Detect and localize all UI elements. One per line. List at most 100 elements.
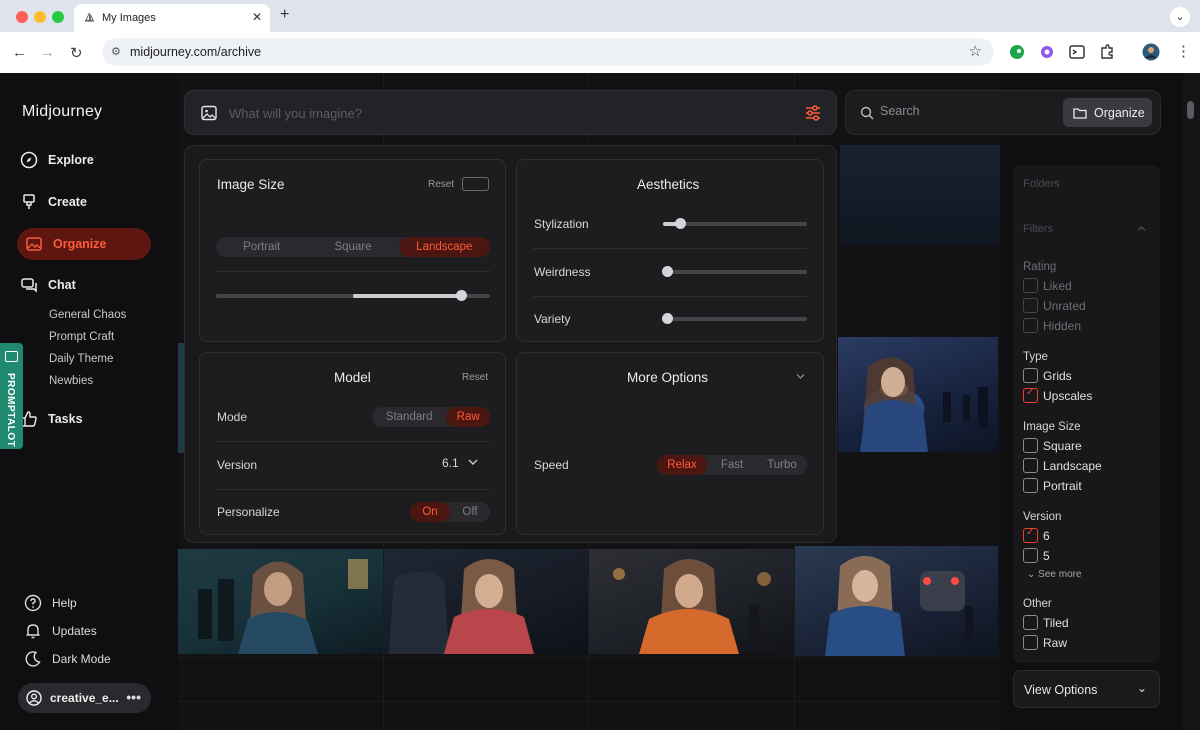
close-tab-icon[interactable]: ✕ (252, 10, 262, 24)
checkbox[interactable] (1023, 548, 1038, 563)
site-settings-icon[interactable]: ⚙ (111, 45, 121, 58)
profile-avatar-icon[interactable] (1142, 43, 1160, 61)
search-input[interactable] (880, 104, 1040, 118)
prompt-input[interactable] (229, 103, 729, 123)
address-bar[interactable]: ⚙ midjourney.com/archive ☆ (102, 38, 994, 66)
chat-room-daily-theme[interactable]: Daily Theme (49, 353, 113, 365)
checkbox-checked[interactable] (1023, 527, 1038, 543)
promptalot-extension-tab[interactable]: PROMPTALOT (0, 343, 23, 449)
more-options-icon[interactable]: ••• (126, 689, 141, 705)
checkbox[interactable] (1023, 438, 1038, 453)
terminal-extension-icon[interactable] (1068, 43, 1086, 61)
sidebar-item-organize[interactable]: Organize (17, 228, 151, 260)
chat-room-prompt-craft[interactable]: Prompt Craft (49, 331, 114, 343)
back-icon[interactable]: ← (12, 44, 27, 61)
personalize-on-option[interactable]: On (410, 502, 450, 522)
sidebar-item-tasks[interactable]: Tasks (20, 405, 83, 433)
gear-extension-icon[interactable] (1038, 43, 1056, 61)
chat-room-newbies[interactable]: Newbies (49, 375, 93, 387)
forward-icon[interactable]: → (40, 44, 55, 61)
chevron-down-icon[interactable] (796, 373, 805, 380)
folders-header[interactable]: Folders (1023, 178, 1060, 190)
filter-grids[interactable]: Grids (1023, 368, 1072, 383)
settings-sliders-icon[interactable] (804, 104, 822, 122)
user-account-button[interactable]: creative_e... ••• (18, 683, 151, 713)
bookmark-star-icon[interactable]: ☆ (969, 42, 982, 60)
close-window-button[interactable] (16, 11, 28, 23)
square-option[interactable]: Square (307, 237, 398, 257)
gallery-image[interactable] (589, 549, 794, 654)
portrait-option[interactable]: Portrait (216, 237, 307, 257)
chevron-down-icon[interactable] (468, 458, 478, 466)
landscape-option[interactable]: Landscape (398, 237, 490, 257)
checkbox[interactable] (1023, 615, 1038, 630)
organize-button[interactable]: Organize (1063, 98, 1152, 127)
chat-room-general-chaos[interactable]: General Chaos (49, 309, 126, 321)
raw-mode-option[interactable]: Raw (446, 407, 490, 427)
puzzle-extensions-icon[interactable] (1098, 43, 1116, 61)
minimize-window-button[interactable] (34, 11, 46, 23)
filter-unrated[interactable]: Unrated (1023, 298, 1086, 313)
variety-slider-knob[interactable] (662, 313, 673, 324)
gallery-image[interactable] (838, 337, 998, 452)
gallery-image[interactable] (178, 549, 383, 654)
see-more-link[interactable]: ⌄ See more (1027, 569, 1082, 580)
checkbox[interactable] (1023, 298, 1038, 313)
filter-hidden[interactable]: Hidden (1023, 318, 1081, 333)
aspect-ratio-slider-knob[interactable] (456, 290, 467, 301)
model-reset-button[interactable]: Reset (462, 372, 488, 383)
gallery-image[interactable] (384, 549, 588, 654)
filter-tiled[interactable]: Tiled (1023, 615, 1069, 630)
maximize-window-button[interactable] (52, 11, 64, 23)
standard-mode-option[interactable]: Standard (372, 407, 446, 427)
sidebar-item-help[interactable]: Help (24, 594, 77, 612)
scrollbar-thumb[interactable] (1187, 101, 1194, 119)
checkbox[interactable] (1023, 635, 1038, 650)
new-tab-button[interactable]: + (280, 6, 289, 24)
filter-liked[interactable]: Liked (1023, 278, 1072, 293)
image-upload-icon[interactable] (201, 105, 217, 121)
fast-speed-option[interactable]: Fast (707, 455, 757, 475)
checkbox[interactable] (1023, 278, 1038, 293)
reload-icon[interactable]: ↻ (70, 44, 83, 62)
checkbox[interactable] (1023, 478, 1038, 493)
checkbox[interactable] (1023, 458, 1038, 473)
filter-portrait[interactable]: Portrait (1023, 478, 1082, 493)
checkbox-checked[interactable] (1023, 387, 1038, 403)
filters-header[interactable]: Filters (1023, 223, 1053, 235)
sidebar-item-explore[interactable]: Explore (20, 146, 94, 174)
variety-slider[interactable] (663, 317, 807, 321)
weirdness-slider-knob[interactable] (662, 266, 673, 277)
filter-version-6[interactable]: 6 (1023, 527, 1050, 543)
sidebar-item-updates[interactable]: Updates (24, 622, 97, 640)
browser-menu-icon[interactable]: ⋮ (1176, 42, 1191, 60)
sidebar-item-dark-mode[interactable]: Dark Mode (24, 650, 111, 668)
gallery-image[interactable] (795, 546, 998, 656)
brand-logo[interactable]: Midjourney (22, 103, 102, 121)
weirdness-slider[interactable] (663, 270, 807, 274)
page-scrollbar[interactable] (1183, 73, 1200, 730)
checkbox[interactable] (1023, 318, 1038, 333)
sidebar-item-chat[interactable]: Chat (20, 271, 76, 299)
gallery-image[interactable] (840, 145, 1000, 245)
filter-raw[interactable]: Raw (1023, 635, 1067, 650)
tab-search-button[interactable]: ⌄ (1170, 7, 1190, 27)
filter-landscape[interactable]: Landscape (1023, 458, 1102, 473)
search-icon (860, 106, 874, 120)
filter-upscales[interactable]: Upscales (1023, 387, 1092, 403)
view-options-button[interactable]: View Options ⌄ (1013, 670, 1160, 708)
turbo-speed-option[interactable]: Turbo (757, 455, 807, 475)
browser-tab[interactable]: My Images ✕ (74, 4, 270, 32)
stylization-slider-knob[interactable] (675, 218, 686, 229)
chevron-up-icon[interactable] (1137, 225, 1146, 232)
image-size-reset-button[interactable]: Reset (428, 179, 454, 190)
personalize-off-option[interactable]: Off (450, 502, 490, 522)
evernote-extension-icon[interactable] (1008, 43, 1026, 61)
sidebar-item-create[interactable]: Create (20, 188, 87, 216)
filter-version-5[interactable]: 5 (1023, 548, 1050, 563)
checkbox[interactable] (1023, 368, 1038, 383)
divider (216, 271, 490, 272)
filter-square[interactable]: Square (1023, 438, 1082, 453)
version-value[interactable]: 6.1 (442, 456, 459, 470)
relax-speed-option[interactable]: Relax (657, 455, 707, 475)
